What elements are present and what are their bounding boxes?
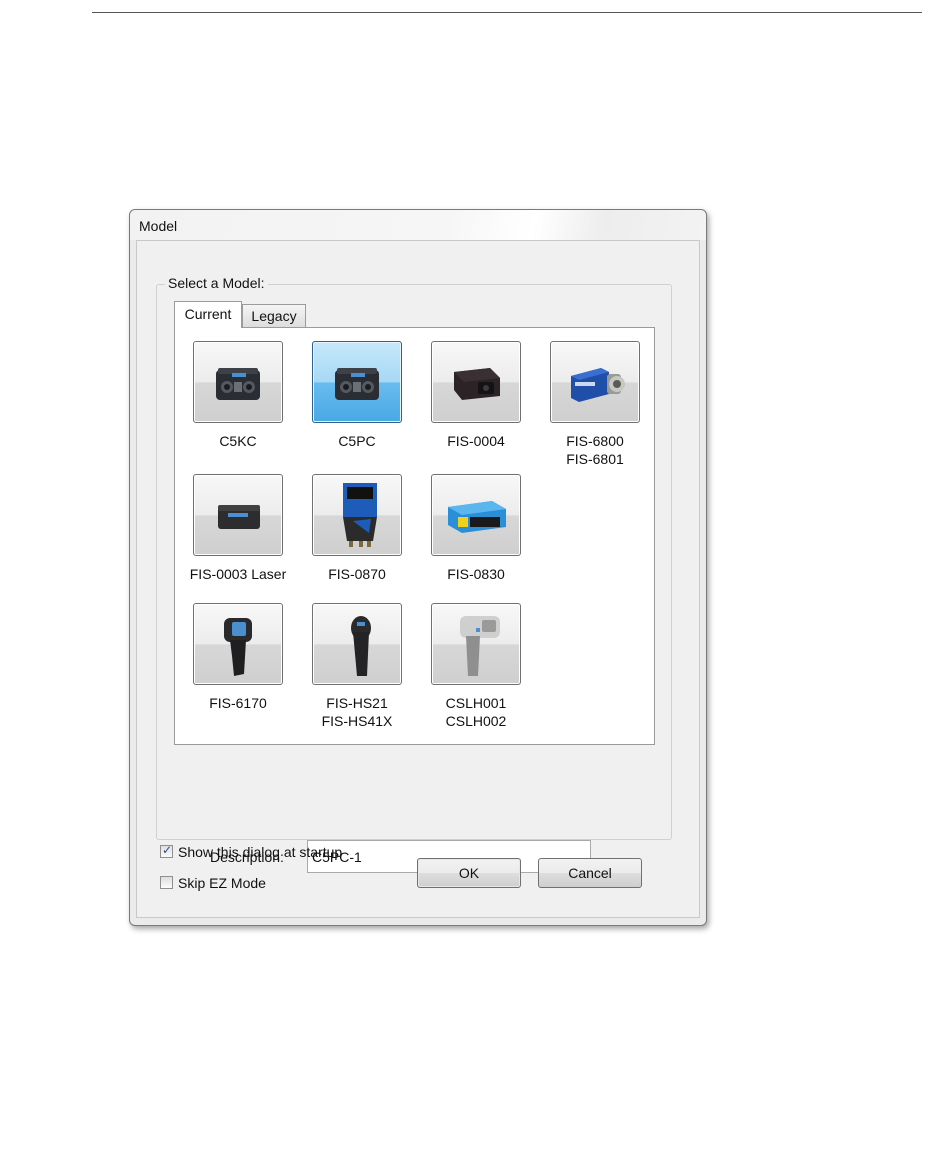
dialog-client-area: Select a Model: Current Legacy C5KC C5PC… — [136, 240, 700, 918]
select-model-group: Select a Model: Current Legacy C5KC C5PC… — [156, 275, 672, 873]
dialog-title: Model — [139, 218, 178, 234]
model-button-fis0870[interactable] — [312, 474, 402, 556]
model-tile-fishs21[interactable]: FIS-HS21 FIS-HS41X — [297, 603, 417, 730]
fixed-scanner-fis0870-icon — [343, 483, 377, 547]
model-button-fis0830[interactable] — [431, 474, 521, 556]
model-tile-fis0870[interactable]: FIS-0870 — [297, 474, 417, 583]
model-grid-panel: C5KC C5PC FIS-0004 FIS-6800 FIS-6801 FIS… — [174, 327, 655, 745]
show-dialog-label: Show this dialog at startup — [178, 844, 343, 860]
show-dialog-option[interactable]: ✓ Show this dialog at startup — [160, 843, 343, 860]
handheld-scanner-cslh-icon — [460, 616, 500, 676]
handheld-scanner-fis6170-icon — [224, 618, 252, 676]
model-label-fishs21: FIS-HS21 FIS-HS41X — [321, 695, 393, 729]
model-button-fis0003[interactable] — [193, 474, 283, 556]
skip-ez-checkbox[interactable] — [160, 876, 173, 889]
model-tile-fis0830[interactable]: FIS-0830 — [416, 474, 536, 583]
model-label-fis6170: FIS-6170 — [209, 695, 267, 711]
model-tile-fis0003[interactable]: FIS-0003 Laser — [178, 474, 298, 583]
model-button-c5kc[interactable] — [193, 341, 283, 423]
model-button-c5pc[interactable] — [312, 341, 402, 423]
fixed-scanner-fis0830-icon — [448, 501, 506, 533]
model-button-fishs21[interactable] — [312, 603, 402, 685]
model-button-fis6800[interactable] — [550, 341, 640, 423]
model-tile-fis6800[interactable]: FIS-6800 FIS-6801 — [535, 341, 655, 468]
model-tile-c5kc[interactable]: C5KC — [178, 341, 298, 450]
model-dialog: Model Select a Model: Current Legacy C5K… — [129, 209, 707, 926]
model-label-cslh: CSLH001 CSLH002 — [445, 695, 507, 729]
model-button-fis0004[interactable] — [431, 341, 521, 423]
show-dialog-checkbox[interactable]: ✓ — [160, 843, 173, 858]
model-label-fis6800: FIS-6800 FIS-6801 — [566, 433, 624, 467]
handheld-scanner-hs21-icon — [351, 616, 371, 676]
ok-button[interactable]: OK — [417, 858, 521, 888]
checkmark-icon: ✓ — [162, 843, 173, 857]
group-label: Select a Model: — [165, 275, 268, 291]
smart-camera-c5pc-icon — [335, 368, 379, 400]
model-label-fis0830: FIS-0830 — [447, 566, 505, 582]
tab-current[interactable]: Current — [174, 301, 242, 328]
laser-scanner-fis0003-icon — [218, 505, 260, 529]
cancel-button[interactable]: Cancel — [538, 858, 642, 888]
model-label-c5pc: C5PC — [338, 433, 376, 449]
model-label-fis0870: FIS-0870 — [328, 566, 386, 582]
model-label-c5kc: C5KC — [219, 433, 257, 449]
dialog-titlebar[interactable]: Model — [130, 210, 706, 240]
model-tile-fis0004[interactable]: FIS-0004 — [416, 341, 536, 450]
tab-legacy[interactable]: Legacy — [242, 304, 306, 328]
blue-imager-fis6800-icon — [571, 368, 625, 402]
skip-ez-label: Skip EZ Mode — [178, 875, 266, 891]
smart-camera-c5kc-icon — [216, 368, 260, 400]
model-tile-cslh[interactable]: CSLH001 CSLH002 — [416, 603, 536, 730]
page-top-rule — [92, 12, 922, 13]
model-tile-c5pc[interactable]: C5PC — [297, 341, 417, 450]
model-button-cslh[interactable] — [431, 603, 521, 685]
model-label-fis0003: FIS-0003 Laser — [189, 566, 287, 582]
model-label-fis0004: FIS-0004 — [447, 433, 505, 449]
skip-ez-option[interactable]: Skip EZ Mode — [160, 875, 266, 891]
compact-camera-fis0004-icon — [454, 368, 500, 400]
model-button-fis6170[interactable] — [193, 603, 283, 685]
model-tile-fis6170[interactable]: FIS-6170 — [178, 603, 298, 712]
